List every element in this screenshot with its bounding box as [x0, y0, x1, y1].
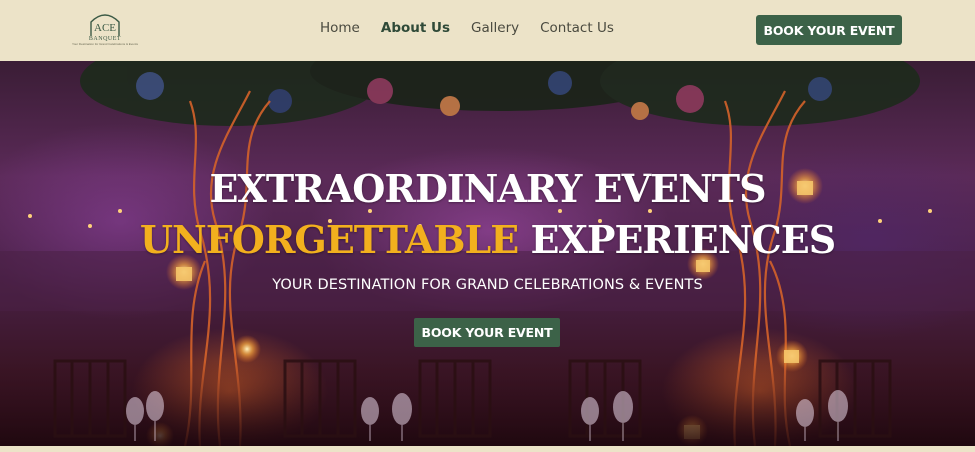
logo-tagline: Your Destination for Grand Celebrations …	[72, 42, 138, 46]
book-event-header-button[interactable]: BOOK YOUR EVENT	[756, 15, 902, 45]
hero-banner: EXTRAORDINARY EVENTS UNFORGETTABLE EXPER…	[0, 61, 975, 446]
nav-contact-us[interactable]: Contact Us	[540, 20, 614, 36]
hero-title-rest: EXPERIENCES	[518, 217, 836, 262]
logo-brand: ACE	[94, 22, 116, 34]
book-event-hero-button[interactable]: BOOK YOUR EVENT	[414, 318, 560, 347]
hero-title-highlight: UNFORGETTABLE	[139, 217, 519, 262]
page-bottom-strip	[0, 446, 975, 452]
hero-subtitle: YOUR DESTINATION FOR GRAND CELEBRATIONS …	[272, 277, 703, 293]
hero-title-line2: UNFORGETTABLE EXPERIENCES	[0, 217, 975, 262]
site-header: ACE BANQUET Your Destination for Grand C…	[0, 0, 975, 60]
nav-gallery[interactable]: Gallery	[471, 20, 519, 36]
nav-home[interactable]: Home	[320, 20, 360, 36]
hero-title-line1: EXTRAORDINARY EVENTS	[209, 166, 766, 211]
logo[interactable]: ACE BANQUET Your Destination for Grand C…	[72, 10, 138, 50]
logo-arch-icon: ACE	[90, 14, 120, 36]
nav-about-us[interactable]: About Us	[381, 20, 450, 36]
main-nav: Home About Us Gallery Contact Us	[320, 20, 614, 36]
